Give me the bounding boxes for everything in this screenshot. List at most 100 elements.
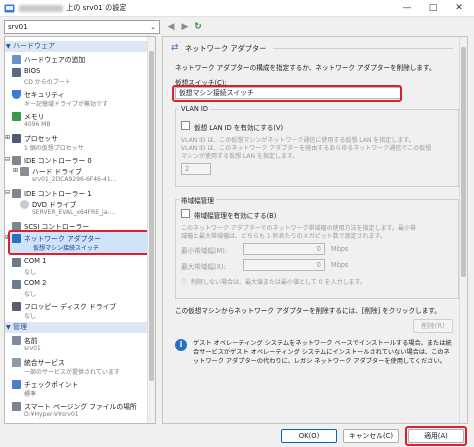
sidebar-item-label: COM 1 <box>24 257 47 265</box>
vm-selector[interactable]: srv01 ⌄ <box>4 20 160 34</box>
sidebar-item-hard-drive[interactable]: ⊞ ハード ドライブ srv01_2DCA9296-6F46-41... <box>13 165 147 187</box>
processor-icon <box>12 134 21 143</box>
vlan-id-value: 2 <box>185 165 190 173</box>
sidebar-item-sub: 一部のサービスが提供されています <box>24 369 120 376</box>
collapse-minus-icon[interactable]: ⊟ <box>5 189 10 196</box>
sidebar-item-memory[interactable]: メモリ 4096 MB <box>9 110 147 132</box>
back-icon[interactable]: ◀ <box>165 21 177 33</box>
sidebar-item-label: COM 2 <box>24 279 47 287</box>
forward-icon[interactable]: ▶ <box>179 21 191 33</box>
hardware-section-header[interactable]: ▼ ハードウェア <box>5 41 148 52</box>
com-port-icon <box>12 280 21 289</box>
ide-controller-icon <box>12 156 21 165</box>
chevron-down-icon: ⌄ <box>150 23 156 31</box>
memory-icon <box>12 112 21 121</box>
bandwidth-note: 制限しない場合は、最大値または最小値として 0 を入力します。 <box>191 279 366 286</box>
max-bandwidth-value: 0 <box>316 261 321 269</box>
expand-plus-icon[interactable]: ⊞ <box>5 134 10 141</box>
sidebar-item-sub: 標準 <box>24 391 37 398</box>
max-bandwidth-unit: Mbps <box>331 261 349 269</box>
bandwidth-checkbox[interactable] <box>181 209 190 218</box>
info-icon: i <box>175 339 187 351</box>
network-adapter-highlight <box>8 230 155 255</box>
cancel-button[interactable]: キャンセル(C) <box>343 429 399 443</box>
com-port-icon <box>12 258 21 267</box>
sidebar-item-sub: 4096 MB <box>24 121 51 128</box>
ide-controller-icon <box>12 189 21 198</box>
sidebar-item-add-hardware[interactable]: ハードウェアの追加 <box>9 53 147 64</box>
expand-plus-icon[interactable]: ⊞ <box>13 167 18 174</box>
management-header-label: 管理 <box>13 323 27 331</box>
hard-drive-icon <box>20 167 29 176</box>
sidebar-item-smart-paging[interactable]: スマート ページング ファイルの場所 D:¥Hyper-V¥srv01 <box>9 400 147 422</box>
sidebar-item-integration-services[interactable]: 統合サービス 一部のサービスが提供されています <box>9 356 147 378</box>
max-bandwidth-label: 最大帯域幅(X): <box>181 263 226 271</box>
collapse-triangle-icon: ▼ <box>6 324 11 331</box>
vlan-desc-line2: マシンが使用する仮想 LAN を指定します。 <box>181 153 299 160</box>
bandwidth-desc-line2: 域幅と最大帯域幅は、どちらも 1 秒あたりのメガビット数で測定されます。 <box>181 233 387 240</box>
bios-chip-icon <box>12 68 21 77</box>
max-bandwidth-input[interactable]: 0 <box>243 259 325 271</box>
collapse-minus-icon[interactable]: ⊟ <box>5 156 10 163</box>
sidebar-item-dvd-drive[interactable]: DVD ドライブ SERVER_EVAL_x64FRE_ja-... <box>17 198 147 220</box>
bandwidth-checkbox-label: 帯域幅管理を有効にする(B) <box>194 212 277 220</box>
min-bandwidth-unit: Mbps <box>331 245 349 253</box>
sidebar-item-label: IDE コントローラー 1 <box>24 190 92 198</box>
vlan-checkbox-label: 仮想 LAN ID を有効にする(V) <box>194 124 284 132</box>
panel-section-title: ネットワーク アダプター <box>185 44 267 53</box>
apply-button-highlight <box>405 426 467 446</box>
refresh-icon[interactable]: ↻ <box>192 21 204 33</box>
sidebar-item-sub: SERVER_EVAL_x64FRE_ja-... <box>32 209 116 216</box>
vlan-id-input[interactable]: 2 <box>181 163 211 175</box>
management-section-header[interactable]: ▼ 管理 <box>5 322 148 333</box>
panel-scrollbar[interactable] <box>459 37 467 423</box>
vlan-group-title: VLAN ID <box>179 105 210 113</box>
sidebar-item-ide0[interactable]: ⊟ IDE コントローラー 0 <box>5 154 147 165</box>
sidebar-item-sub: 1 個の仮想プロセッサ <box>24 145 84 152</box>
sidebar-item-label: DVD ドライブ <box>32 201 77 209</box>
legacy-info-line3: ットワーク アダプターの代わりに、レガシ ネットワーク アダプターを使用してくだ… <box>193 358 446 365</box>
vlan-checkbox[interactable] <box>181 121 190 130</box>
info-icon-small: ⓘ <box>181 279 188 286</box>
sidebar-item-floppy[interactable]: フロッピー ディスク ドライブ なし <box>9 300 147 322</box>
min-bandwidth-input[interactable]: 0 <box>243 243 325 255</box>
remove-button[interactable]: 削除(R) <box>413 319 453 333</box>
sidebar-item-sub: srv01_2DCA9296-6F46-41... <box>32 176 117 183</box>
ok-button[interactable]: OK(O) <box>281 429 337 443</box>
sidebar-item-label: チェックポイント <box>24 381 79 389</box>
sidebar-item-label: スマート ページング ファイルの場所 <box>24 403 137 411</box>
sidebar-item-label: ハード ドライブ <box>32 168 82 176</box>
hardware-header-label: ハードウェア <box>13 42 55 50</box>
sidebar-scrollbar[interactable] <box>147 37 155 423</box>
sidebar-item-label: BIOS <box>24 67 41 75</box>
sidebar-item-processor[interactable]: ⊞ プロセッサ 1 個の仮想プロセッサ <box>5 132 147 154</box>
legacy-info-line2: 合サービスがゲスト オペレーティング システムにインストールされていない場合は、… <box>193 349 450 356</box>
sidebar-item-sub: srv01 <box>24 345 41 352</box>
sidebar-item-sub: CD からのブート <box>24 79 71 86</box>
name-tag-icon <box>12 336 21 345</box>
window-title: 上の srv01 の設定 <box>66 3 127 12</box>
sidebar-item-label: メモリ <box>24 113 45 121</box>
floppy-disk-icon <box>12 302 21 311</box>
bandwidth-group-title: 帯域幅管理 <box>179 195 216 205</box>
sidebar-item-sub: キー記憶域ドライブが無効です <box>24 101 109 108</box>
sidebar-item-checkpoints[interactable]: チェックポイント 標準 <box>9 378 147 400</box>
sidebar-item-label: 名前 <box>24 337 38 345</box>
sidebar-item-name[interactable]: 名前 srv01 <box>9 334 147 356</box>
virtual-switch-highlight <box>172 85 402 102</box>
network-adapter-panel: ⇄ ネットワーク アダプター ネットワーク アダプターの構成を指定するか、ネット… <box>162 36 468 424</box>
close-button[interactable]: ✕ <box>446 1 472 15</box>
panel-scroll-thumb[interactable] <box>461 47 466 277</box>
sidebar-item-sub: D:¥Hyper-V¥srv01 <box>24 411 79 418</box>
sidebar-item-security[interactable]: セキュリティ キー記憶域ドライブが無効です <box>9 88 147 110</box>
sidebar-item-com1[interactable]: COM 1 なし <box>9 256 147 278</box>
sidebar-item-label: フロッピー ディスク ドライブ <box>24 303 117 311</box>
shield-icon <box>12 90 21 99</box>
sidebar-item-ide1[interactable]: ⊟ IDE コントローラー 1 <box>5 187 147 198</box>
minimize-button[interactable]: — <box>394 1 420 15</box>
maximize-button[interactable]: □ <box>420 1 446 15</box>
sidebar-item-com2[interactable]: COM 2 なし <box>9 278 147 300</box>
remove-description: この仮想マシンからネットワーク アダプターを削除するには、[削除] をクリックし… <box>175 307 441 315</box>
sidebar-scroll-thumb[interactable] <box>149 51 154 381</box>
sidebar-item-bios[interactable]: BIOS CD からのブート <box>9 66 147 88</box>
